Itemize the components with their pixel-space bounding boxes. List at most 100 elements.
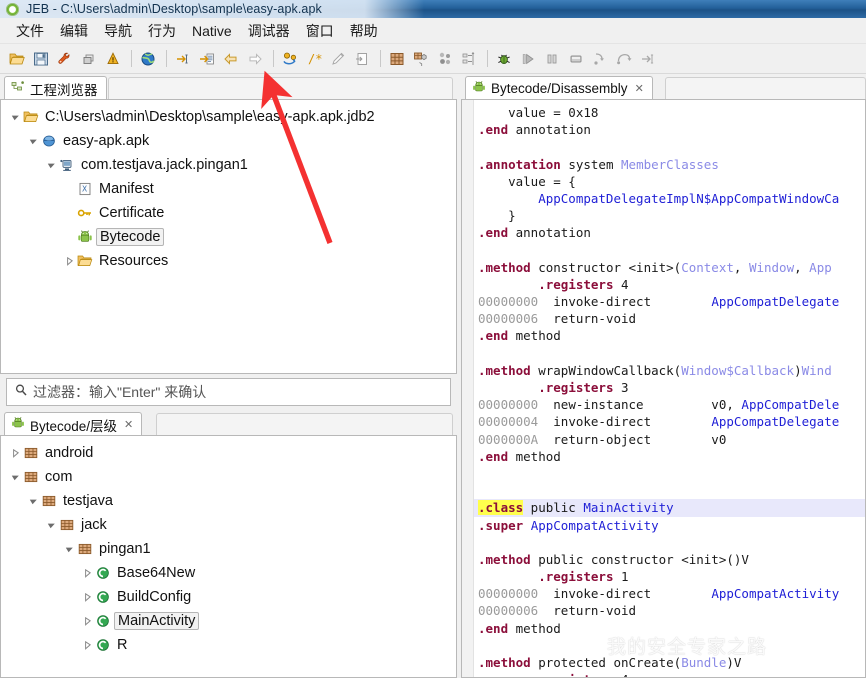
tree-item[interactable]: Bytecode (1, 225, 456, 249)
disassembly-editor[interactable]: value = 0x18 .end annotation .annotation … (462, 100, 865, 677)
tree-item[interactable]: X Manifest (1, 177, 456, 201)
code-line[interactable]: .registers 4 (474, 276, 865, 293)
tree-item[interactable]: testjava (1, 489, 456, 513)
chevron-right-icon[interactable] (63, 249, 76, 273)
code-line[interactable]: } (474, 207, 865, 224)
menu-file[interactable]: 文件 (8, 19, 52, 43)
edit-pencil-icon[interactable] (327, 48, 349, 70)
tree-item[interactable]: Base64New (1, 561, 456, 585)
code-line[interactable]: .end method (474, 448, 865, 465)
tree-item[interactable]: R (1, 633, 456, 657)
code-line[interactable] (474, 465, 865, 482)
goto-address-icon[interactable] (172, 48, 194, 70)
code-line[interactable] (474, 534, 865, 551)
window-icon[interactable] (78, 48, 100, 70)
code-line[interactable]: value = 0x18 (474, 104, 865, 121)
menu-navigate[interactable]: 导航 (96, 19, 140, 43)
tree-item[interactable]: com.testjava.jack.pingan1 (1, 153, 456, 177)
code-line[interactable]: 00000006 return-void (474, 310, 865, 327)
chevron-down-icon[interactable] (45, 513, 58, 537)
code-line[interactable]: .registers 3 (474, 379, 865, 396)
tree-item[interactable]: android (1, 441, 456, 465)
code-line[interactable]: 00000000 invoke-direct AppCompatActivity (474, 585, 865, 602)
tree-item[interactable]: BuildConfig (1, 585, 456, 609)
export-icon[interactable] (351, 48, 373, 70)
tree-item[interactable]: com (1, 465, 456, 489)
code-line[interactable]: 00000000 new-instance v0, AppCompatDele (474, 396, 865, 413)
code-line[interactable]: .method wrapWindowCallback(Window$Callba… (474, 362, 865, 379)
code-line[interactable]: .end annotation (474, 121, 865, 138)
tree-item[interactable]: easy-apk.apk (1, 129, 456, 153)
tab-bytecode-hierarchy[interactable]: Bytecode/层级 ✕ (4, 412, 143, 436)
tree-item[interactable]: Certificate (1, 201, 456, 225)
code-line[interactable]: .super AppCompatActivity (474, 517, 865, 534)
code-line[interactable]: 0000000A return-object v0 (474, 431, 865, 448)
stop-icon[interactable] (565, 48, 587, 70)
code-line[interactable] (474, 242, 865, 259)
code-line[interactable]: .end annotation (474, 224, 865, 241)
project-explorer-tree[interactable]: C:\Users\admin\Desktop\sample\easy-apk.a… (1, 100, 456, 373)
menu-debugger[interactable]: 调试器 (240, 19, 298, 43)
hierarchy-icon[interactable] (458, 48, 480, 70)
code-line[interactable]: .method public constructor <init>()V (474, 551, 865, 568)
nodes-icon[interactable] (434, 48, 456, 70)
table-icon[interactable] (386, 48, 408, 70)
folder-open-icon[interactable] (6, 48, 28, 70)
code-line[interactable]: .annotation system MemberClasses (474, 156, 865, 173)
bytecode-hierarchy-tree[interactable]: android com testjava jack pingan1 Base64New Bu… (1, 436, 456, 677)
step-return-icon[interactable] (637, 48, 659, 70)
tree-item[interactable]: Resources (1, 249, 456, 273)
tree-item[interactable]: C:\Users\admin\Desktop\sample\easy-apk.a… (1, 105, 456, 129)
chevron-right-icon[interactable] (9, 441, 22, 465)
code-line[interactable]: .method constructor <init>(Context, Wind… (474, 259, 865, 276)
chevron-right-icon[interactable] (81, 633, 94, 657)
graph-icon[interactable] (410, 48, 432, 70)
menu-help[interactable]: 帮助 (342, 19, 386, 43)
code-line[interactable]: 00000004 invoke-direct AppCompatDelegate (474, 413, 865, 430)
tree-item[interactable]: MainActivity (1, 609, 456, 633)
code-line[interactable]: .end method (474, 327, 865, 344)
run-icon[interactable] (517, 48, 539, 70)
tab-project-explorer[interactable]: 工程浏览器 (4, 76, 107, 100)
menu-action[interactable]: 行为 (140, 19, 184, 43)
menu-window[interactable]: 窗口 (298, 19, 342, 43)
chevron-down-icon[interactable] (27, 489, 40, 513)
globe-icon[interactable] (137, 48, 159, 70)
pause-icon[interactable] (541, 48, 563, 70)
warning-icon[interactable] (102, 48, 124, 70)
code-line[interactable] (474, 637, 865, 654)
chevron-right-icon[interactable] (81, 585, 94, 609)
forward-arrow-icon[interactable] (244, 48, 266, 70)
code-line[interactable] (474, 138, 865, 155)
tab-bytecode-disassembly[interactable]: Bytecode/Disassembly ✕ (465, 76, 653, 100)
code-line[interactable]: .registers 4 (474, 671, 865, 677)
code-line[interactable]: 00000006 return-void (474, 602, 865, 619)
chevron-down-icon[interactable] (45, 153, 58, 177)
code-line[interactable]: AppCompatDelegateImplN$AppCompatWindowCa (474, 190, 865, 207)
wrench-icon[interactable] (54, 48, 76, 70)
code-line[interactable] (474, 345, 865, 362)
tree-item[interactable]: jack (1, 513, 456, 537)
chevron-down-icon[interactable] (9, 465, 22, 489)
step-into-icon[interactable] (589, 48, 611, 70)
code-line[interactable]: .class public MainActivity (474, 499, 865, 517)
menu-native[interactable]: Native (184, 21, 240, 41)
chevron-down-icon[interactable] (63, 537, 76, 561)
disassembly-code[interactable]: value = 0x18 .end annotation .annotation … (474, 100, 865, 677)
chevron-right-icon[interactable] (81, 609, 94, 633)
chevron-down-icon[interactable] (9, 105, 22, 129)
tree-item[interactable]: pingan1 (1, 537, 456, 561)
code-line[interactable]: value = { (474, 173, 865, 190)
debug-bug-icon[interactable] (493, 48, 515, 70)
code-line[interactable]: .end method (474, 620, 865, 637)
save-icon[interactable] (30, 48, 52, 70)
close-icon[interactable]: ✕ (635, 82, 644, 95)
code-line[interactable]: .registers 1 (474, 568, 865, 585)
project-filter-input[interactable]: 过滤器：输入"Enter" 来确认 (6, 378, 451, 406)
editor-gutter[interactable] (462, 100, 474, 677)
code-line[interactable]: .method protected onCreate(Bundle)V (474, 654, 865, 671)
code-line[interactable]: 00000000 invoke-direct AppCompatDelegate (474, 293, 865, 310)
code-line[interactable] (474, 482, 865, 499)
chevron-down-icon[interactable] (27, 129, 40, 153)
refactor-icon[interactable] (279, 48, 301, 70)
